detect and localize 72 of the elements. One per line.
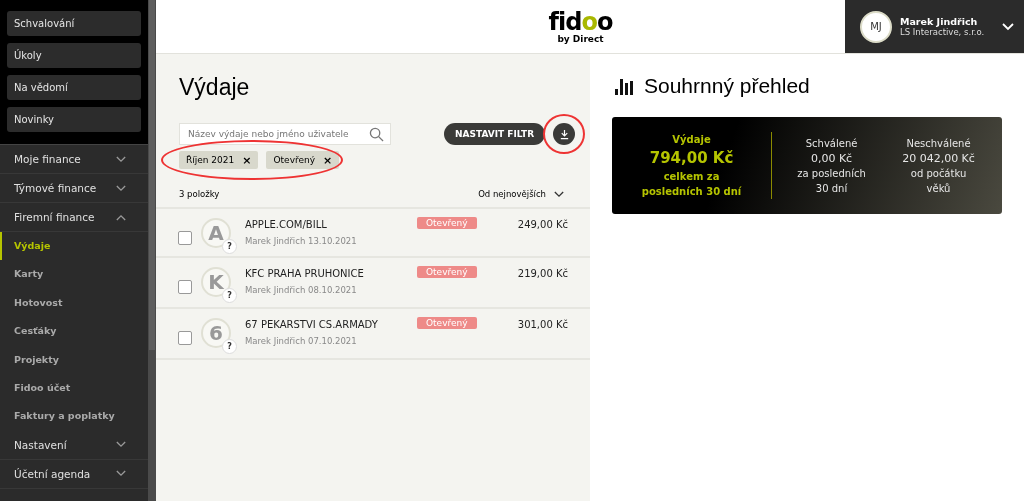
chip-label: Říjen 2021: [186, 155, 235, 165]
chevron-icon: [116, 441, 126, 449]
section-title: Souhrnný přehled: [644, 74, 810, 98]
expense-meta: Marek Jindřich 08.10.2021: [245, 285, 358, 295]
download-button[interactable]: [553, 123, 576, 145]
nav-button[interactable]: Na vědomí: [7, 75, 141, 100]
nav-item[interactable]: Fidoo účet: [0, 373, 148, 403]
nav-item[interactable]: Cesťáky: [0, 317, 148, 346]
stat-value: 0,00 Kč: [809, 150, 854, 166]
nav-item[interactable]: Hotovost: [0, 288, 148, 318]
expense-amount: 219,00 Kč: [517, 268, 568, 279]
chevron-icon: [116, 213, 126, 221]
scrollbar[interactable]: [148, 0, 156, 501]
user-name: Marek Jindřich: [900, 16, 979, 27]
download-icon: [558, 128, 570, 140]
stat-note: celkem za posledních 30 dní: [640, 170, 743, 199]
sort-dropdown[interactable]: Od nejnovějších: [478, 189, 564, 199]
chart-icon: [614, 76, 634, 96]
nav-item[interactable]: Projekty: [0, 345, 148, 374]
status-badge: Otevřený: [417, 217, 477, 229]
unknown-badge: ?: [222, 288, 237, 303]
chip-label: Otevřený: [273, 155, 316, 165]
status-badge: Otevřený: [417, 266, 477, 278]
expense-amount: 301,00 Kč: [517, 319, 568, 330]
search-field[interactable]: Název výdaje nebo jméno uživatele: [179, 123, 391, 145]
unknown-badge: ?: [222, 339, 237, 354]
search-icon: [369, 126, 384, 142]
filter-button[interactable]: NASTAVIT FILTR: [444, 123, 546, 145]
avatar-letter: A: [208, 221, 224, 245]
user-menu[interactable]: MJ Marek Jindřich LS Interactive, s.r.o.: [845, 0, 1024, 53]
filter-chip[interactable]: Říjen 2021 ×: [179, 151, 259, 169]
expense-name: KFC PRAHA PRUHONICE: [245, 268, 365, 279]
expense-meta: Marek Jindřich 13.10.2021: [245, 236, 358, 246]
nav-button[interactable]: Schvalování: [7, 11, 141, 36]
checkbox[interactable]: [178, 231, 192, 245]
stat-label: Schválené: [804, 136, 859, 151]
expense-name: APPLE.COM/BILL: [245, 219, 328, 230]
stat-label: Výdaje: [671, 133, 712, 147]
stat-note: od počátku věků: [909, 166, 968, 196]
expense-name: 67 PEKARSTVI CS.ARMADY: [245, 319, 379, 330]
chevron-icon: [1002, 22, 1014, 31]
avatar-letter: 6: [209, 321, 223, 345]
remove-button[interactable]: ×: [242, 153, 252, 167]
page-title: Výdaje: [179, 74, 250, 101]
expense-meta: Marek Jindřich 07.10.2021: [245, 336, 358, 346]
nav-item[interactable]: Faktury a poplatky: [0, 402, 148, 431]
stat-note: za posledních 30 dní: [796, 166, 867, 196]
item-count: 3 položky: [179, 189, 220, 199]
remove-button[interactable]: ×: [323, 153, 333, 167]
nav-item[interactable]: Výdaje: [0, 232, 148, 261]
chevron-icon: [116, 184, 126, 192]
expense-amount: 249,00 Kč: [517, 219, 568, 230]
sort-label: Od nejnovějších: [478, 189, 546, 199]
checkbox[interactable]: [178, 331, 192, 345]
filter-chip[interactable]: Otevřený ×: [266, 151, 340, 169]
unknown-badge: ?: [222, 239, 237, 254]
status-badge: Otevřený: [417, 317, 477, 329]
user-avatar: MJ: [860, 10, 892, 43]
checkbox[interactable]: [178, 280, 192, 294]
company-name: LS Interactive, s.r.o.: [900, 27, 986, 37]
logo-subtitle: by Direct: [557, 33, 604, 44]
logo-text: fidoo: [548, 9, 613, 34]
stat-label: Neschválené: [905, 136, 972, 151]
nav-button[interactable]: Novinky: [7, 107, 141, 132]
chevron-icon: [554, 190, 564, 198]
chevron-icon: [116, 155, 126, 163]
nav-button[interactable]: Úkoly: [7, 43, 141, 68]
avatar-letter: K: [208, 270, 224, 294]
stat-value: 20 042,00 Kč: [901, 150, 976, 166]
nav-item[interactable]: Karty: [0, 260, 148, 289]
chevron-icon: [116, 470, 126, 478]
stat-value: 794,00 Kč: [648, 148, 735, 169]
